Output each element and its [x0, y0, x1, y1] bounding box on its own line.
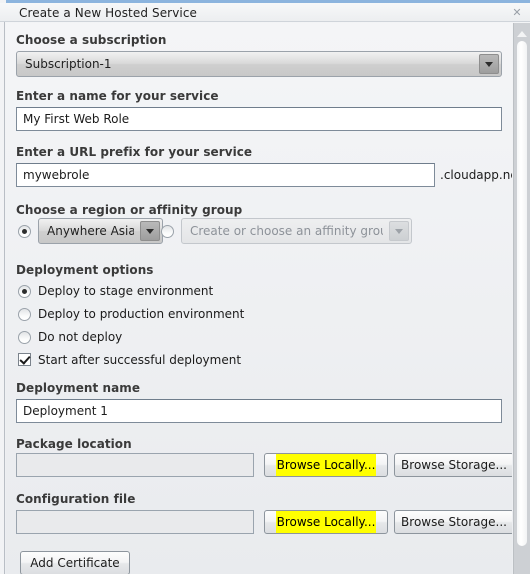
window-left-edge: [0, 22, 5, 574]
configuration-file-label: Configuration file: [16, 492, 136, 506]
deployment-name-input[interactable]: [16, 399, 502, 423]
affinity-group-radio[interactable]: [161, 225, 174, 238]
chevron-down-icon[interactable]: [389, 221, 409, 241]
add-certificate-label: Add Certificate: [30, 556, 120, 570]
vertical-scrollbar[interactable]: [513, 23, 530, 574]
region-affinity-label: Choose a region or affinity group: [16, 203, 243, 217]
package-browse-storage-label: Browse Storage...: [401, 458, 507, 472]
url-prefix-input[interactable]: [16, 163, 435, 187]
configuration-file-input[interactable]: [16, 510, 254, 534]
region-value: Anywhere Asia: [47, 224, 134, 238]
package-location-input[interactable]: [16, 453, 254, 477]
subscription-value: Subscription-1: [25, 57, 112, 71]
close-icon[interactable]: ✕: [511, 7, 523, 19]
do-not-deploy-label[interactable]: Do not deploy: [38, 330, 122, 344]
deploy-stage-label[interactable]: Deploy to stage environment: [38, 284, 213, 298]
service-name-label: Enter a name for your service: [16, 89, 219, 103]
deploy-stage-radio[interactable]: [18, 285, 31, 298]
package-browse-locally-button[interactable]: Browse Locally...: [264, 453, 388, 477]
configuration-browse-locally-label: Browse Locally...: [275, 511, 377, 533]
subscription-label: Choose a subscription: [16, 33, 167, 47]
configuration-browse-storage-label: Browse Storage...: [401, 515, 507, 529]
url-suffix-text: .cloudapp.net: [440, 168, 512, 182]
package-location-label: Package location: [16, 437, 132, 451]
affinity-group-combobox[interactable]: Create or choose an affinity group: [181, 218, 412, 244]
dialog-content: Choose a subscription Subscription-1 Ent…: [6, 23, 512, 574]
window-title: Create a New Hosted Service: [19, 6, 198, 20]
deployment-name-label: Deployment name: [16, 381, 141, 395]
dialog-window: Create a New Hosted Service ✕ Choose a s…: [0, 0, 530, 574]
affinity-group-value: Create or choose an affinity group: [190, 224, 383, 238]
package-browse-storage-button[interactable]: Browse Storage...: [394, 453, 512, 477]
title-bar: Create a New Hosted Service ✕: [0, 3, 530, 22]
start-after-deployment-checkbox[interactable]: [18, 353, 31, 366]
start-after-deployment-label[interactable]: Start after successful deployment: [38, 353, 241, 367]
scroll-up-arrow-icon[interactable]: [516, 26, 528, 40]
scrollbar-thumb[interactable]: [517, 41, 527, 546]
region-combobox[interactable]: Anywhere Asia: [38, 218, 163, 244]
chevron-down-icon[interactable]: [140, 221, 160, 241]
chevron-down-icon[interactable]: [479, 54, 499, 74]
add-certificate-button[interactable]: Add Certificate: [20, 551, 130, 574]
url-prefix-label: Enter a URL prefix for your service: [16, 145, 253, 159]
deploy-production-label[interactable]: Deploy to production environment: [38, 307, 244, 321]
deploy-production-radio[interactable]: [18, 308, 31, 321]
configuration-browse-storage-button[interactable]: Browse Storage...: [394, 510, 512, 534]
subscription-combobox[interactable]: Subscription-1: [16, 51, 502, 77]
configuration-browse-locally-button[interactable]: Browse Locally...: [264, 510, 388, 534]
service-name-input[interactable]: [16, 107, 502, 131]
deployment-options-label: Deployment options: [16, 263, 154, 277]
do-not-deploy-radio[interactable]: [18, 331, 31, 344]
region-radio[interactable]: [18, 225, 31, 238]
package-browse-locally-label: Browse Locally...: [275, 454, 377, 476]
